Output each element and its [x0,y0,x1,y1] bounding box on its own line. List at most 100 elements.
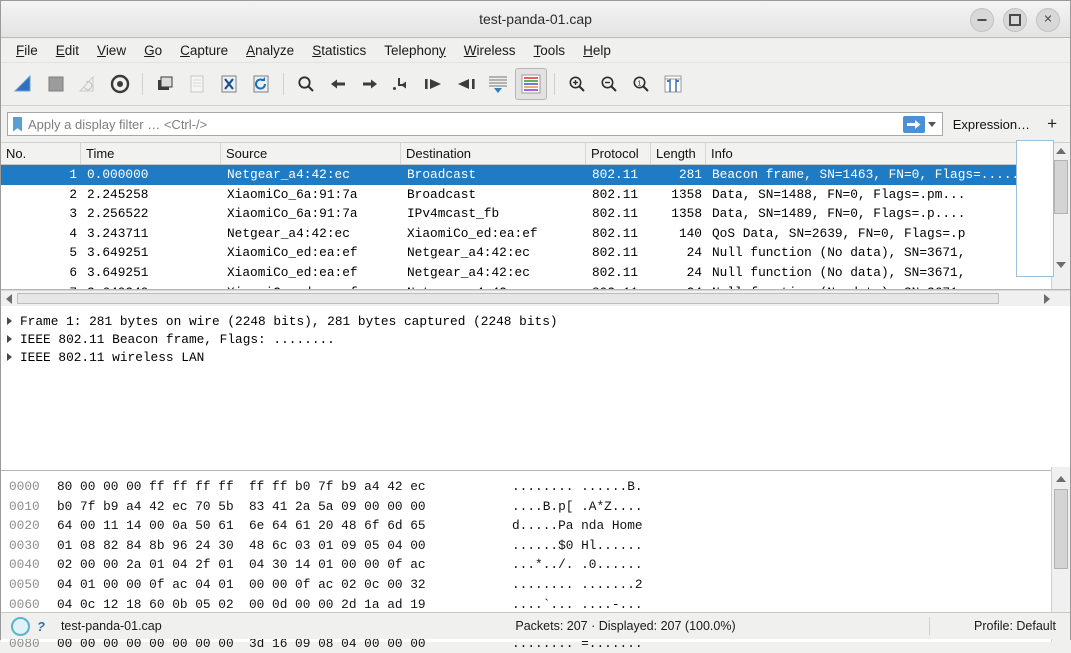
menu-item-help[interactable]: Help [574,41,620,60]
packet-cell-protocol: 802.11 [592,167,639,182]
zoom-in-icon[interactable] [562,69,592,99]
packet-cell-destination: IPv4mcast_fb [407,206,500,222]
hex-dump-row[interactable]: 0030 01 08 82 84 8b 96 24 30 48 6c 03 01 … [1,536,1070,556]
hex-ascii: ......$0 Hl...... [512,537,643,553]
triangle-down-icon [1056,262,1066,268]
detail-tree-item[interactable]: IEEE 802.11 wireless LAN [1,348,1070,366]
maximize-button[interactable] [1003,8,1027,32]
close-file-icon[interactable] [214,69,244,99]
resize-columns-icon[interactable] [658,69,688,99]
zoom-out-icon[interactable] [594,69,624,99]
packet-list-pane: No. Time Source Destination Protocol Length In… [1,140,1070,290]
apply-filter-button[interactable] [902,115,925,133]
scroll-down-arrow[interactable] [1052,257,1070,273]
capture-comment-icon[interactable]: ? [37,619,45,634]
packet-cell-no: 4 [69,225,77,241]
stop-capture-icon[interactable] [41,69,71,99]
packet-cell-length: 24 [651,283,706,289]
packet-cell-time: 3.649251 [87,264,149,280]
display-filter-input[interactable]: Apply a display filter … <Ctrl-/> [7,112,943,136]
menu-item-analyze[interactable]: Analyze [237,41,303,60]
close-button[interactable]: ✕ [1036,8,1060,32]
column-header-no[interactable]: No. [1,143,81,164]
menu-item-view[interactable]: View [88,41,135,60]
toolbar-separator [283,73,284,95]
status-file-label: test-panda-01.cap [60,619,162,633]
add-filter-button[interactable]: + [1040,114,1064,134]
packet-list-body[interactable]: 1 0.000000 Netgear_a4:42:ec Broadcast 802.11… [1,165,1070,289]
find-packet-icon[interactable] [291,69,321,99]
menu-item-wireless[interactable]: Wireless [455,41,525,60]
hex-dump-row[interactable]: 0050 04 01 00 00 0f ac 04 01 00 00 0f ac … [1,575,1070,595]
menu-item-statistics[interactable]: Statistics [303,41,375,60]
detail-tree-item[interactable]: Frame 1: 281 bytes on wire (2248 bits), … [1,312,1070,330]
scroll-thumb[interactable] [1054,160,1068,214]
main-toolbar: 1 [1,63,1070,106]
menu-item-capture[interactable]: Capture [171,41,237,60]
packet-row[interactable]: 6 3.649251 XiaomiCo_ed:ea:ef Netgear_a4:42:… [1,263,1070,283]
scroll-up-arrow[interactable] [1052,143,1070,159]
reload-file-icon[interactable] [246,69,276,99]
hex-dump-row[interactable]: 0020 64 00 11 14 00 0a 50 61 6e 64 61 20 … [1,516,1070,536]
packet-list-header: No. Time Source Destination Protocol Length In… [1,143,1070,165]
expert-info-icon[interactable] [11,616,30,636]
packet-row[interactable]: 1 0.000000 Netgear_a4:42:ec Broadcast 802.11… [1,165,1070,185]
start-capture-icon[interactable] [9,69,39,99]
menu-item-go[interactable]: Go [135,41,171,60]
packet-row[interactable]: 73.649249XiaomiCo_ed:ea:efNetgear_a4:42:… [1,283,1070,289]
scroll-thumb[interactable] [1054,489,1068,569]
go-back-icon[interactable] [323,69,353,99]
menu-item-edit[interactable]: Edit [47,41,88,60]
column-header-length[interactable]: Length [651,143,706,164]
colorize-packets-icon[interactable] [515,68,547,100]
filter-bookmark-icon[interactable] [13,116,22,132]
open-file-icon[interactable] [150,69,180,99]
packet-details-pane[interactable]: Frame 1: 281 bytes on wire (2248 bits), … [1,306,1070,471]
menu-item-telephony[interactable]: Telephony [375,41,455,60]
column-header-source[interactable]: Source [221,143,401,164]
packet-list-horizontal-scrollbar[interactable] [1,290,1070,306]
restart-capture-icon[interactable] [73,69,103,99]
packet-cell-destination: Netgear_a4:42:ec [407,245,530,261]
hscroll-thumb[interactable] [17,293,999,304]
packet-cell-time: 0.000000 [87,167,149,182]
go-forward-icon[interactable] [355,69,385,99]
go-to-packet-icon[interactable] [387,69,417,99]
menu-item-tools[interactable]: Tools [525,41,575,60]
packet-row[interactable]: 4 3.243711 Netgear_a4:42:ec XiaomiCo_ed:ea:… [1,224,1070,244]
packet-cell-source: XiaomiCo_ed:ea:ef [227,245,358,261]
capture-options-icon[interactable] [105,69,135,99]
packet-row[interactable]: 2 2.245258 XiaomiCo_6a:91:7a Broadcast 802.1… [1,185,1070,205]
status-profile[interactable]: Profile: Default [974,619,1056,633]
expand-triangle-icon[interactable] [7,335,12,343]
detail-tree-label: Frame 1: 281 bytes on wire (2248 bits), … [20,313,558,329]
zoom-reset-icon[interactable]: 1 [626,69,656,99]
filter-expression-button[interactable]: Expression… [949,117,1034,132]
hex-dump-row[interactable]: 0010 b0 7f b9 a4 42 ec 70 5b 83 41 2a 5a … [1,497,1070,517]
minimize-button[interactable] [970,8,994,32]
detail-tree-item[interactable]: IEEE 802.11 Beacon frame, Flags: .......… [1,330,1070,348]
hex-dump-row[interactable]: 0040 02 00 00 2a 01 04 2f 01 04 30 14 01 … [1,555,1070,575]
filter-placeholder-text: Apply a display filter … <Ctrl-/> [28,116,208,132]
go-first-packet-icon[interactable] [419,69,449,99]
packet-cell-destination: Netgear_a4:42:ec [407,264,530,280]
filter-autocomplete-popup[interactable] [1016,140,1054,277]
expand-triangle-icon[interactable] [7,317,12,325]
expand-triangle-icon[interactable] [7,353,12,361]
packet-row[interactable]: 3 2.256522 XiaomiCo_6a:91:7a IPv4mcast_fb 80… [1,204,1070,224]
column-header-time[interactable]: Time [81,143,221,164]
menu-item-file[interactable]: File [7,41,47,60]
filter-history-dropdown-icon[interactable] [927,121,936,127]
hex-ascii: ........ ......B. [512,479,643,494]
hscroll-right-arrow[interactable] [1039,291,1054,306]
hex-dump-row[interactable]: 0000 80 00 00 00 ff ff ff ff ff ff b0 7f … [1,477,1070,497]
auto-scroll-icon[interactable] [483,69,513,99]
packet-row[interactable]: 5 3.649251 XiaomiCo_ed:ea:ef Netgear_a4:42:… [1,243,1070,263]
scroll-up-arrow[interactable] [1052,471,1070,487]
hscroll-left-arrow[interactable] [1,291,16,306]
go-last-packet-icon[interactable] [451,69,481,99]
column-header-protocol[interactable]: Protocol [586,143,651,164]
save-file-icon[interactable] [182,69,212,99]
packet-cell-no: 1 [69,167,77,182]
column-header-destination[interactable]: Destination [401,143,586,164]
